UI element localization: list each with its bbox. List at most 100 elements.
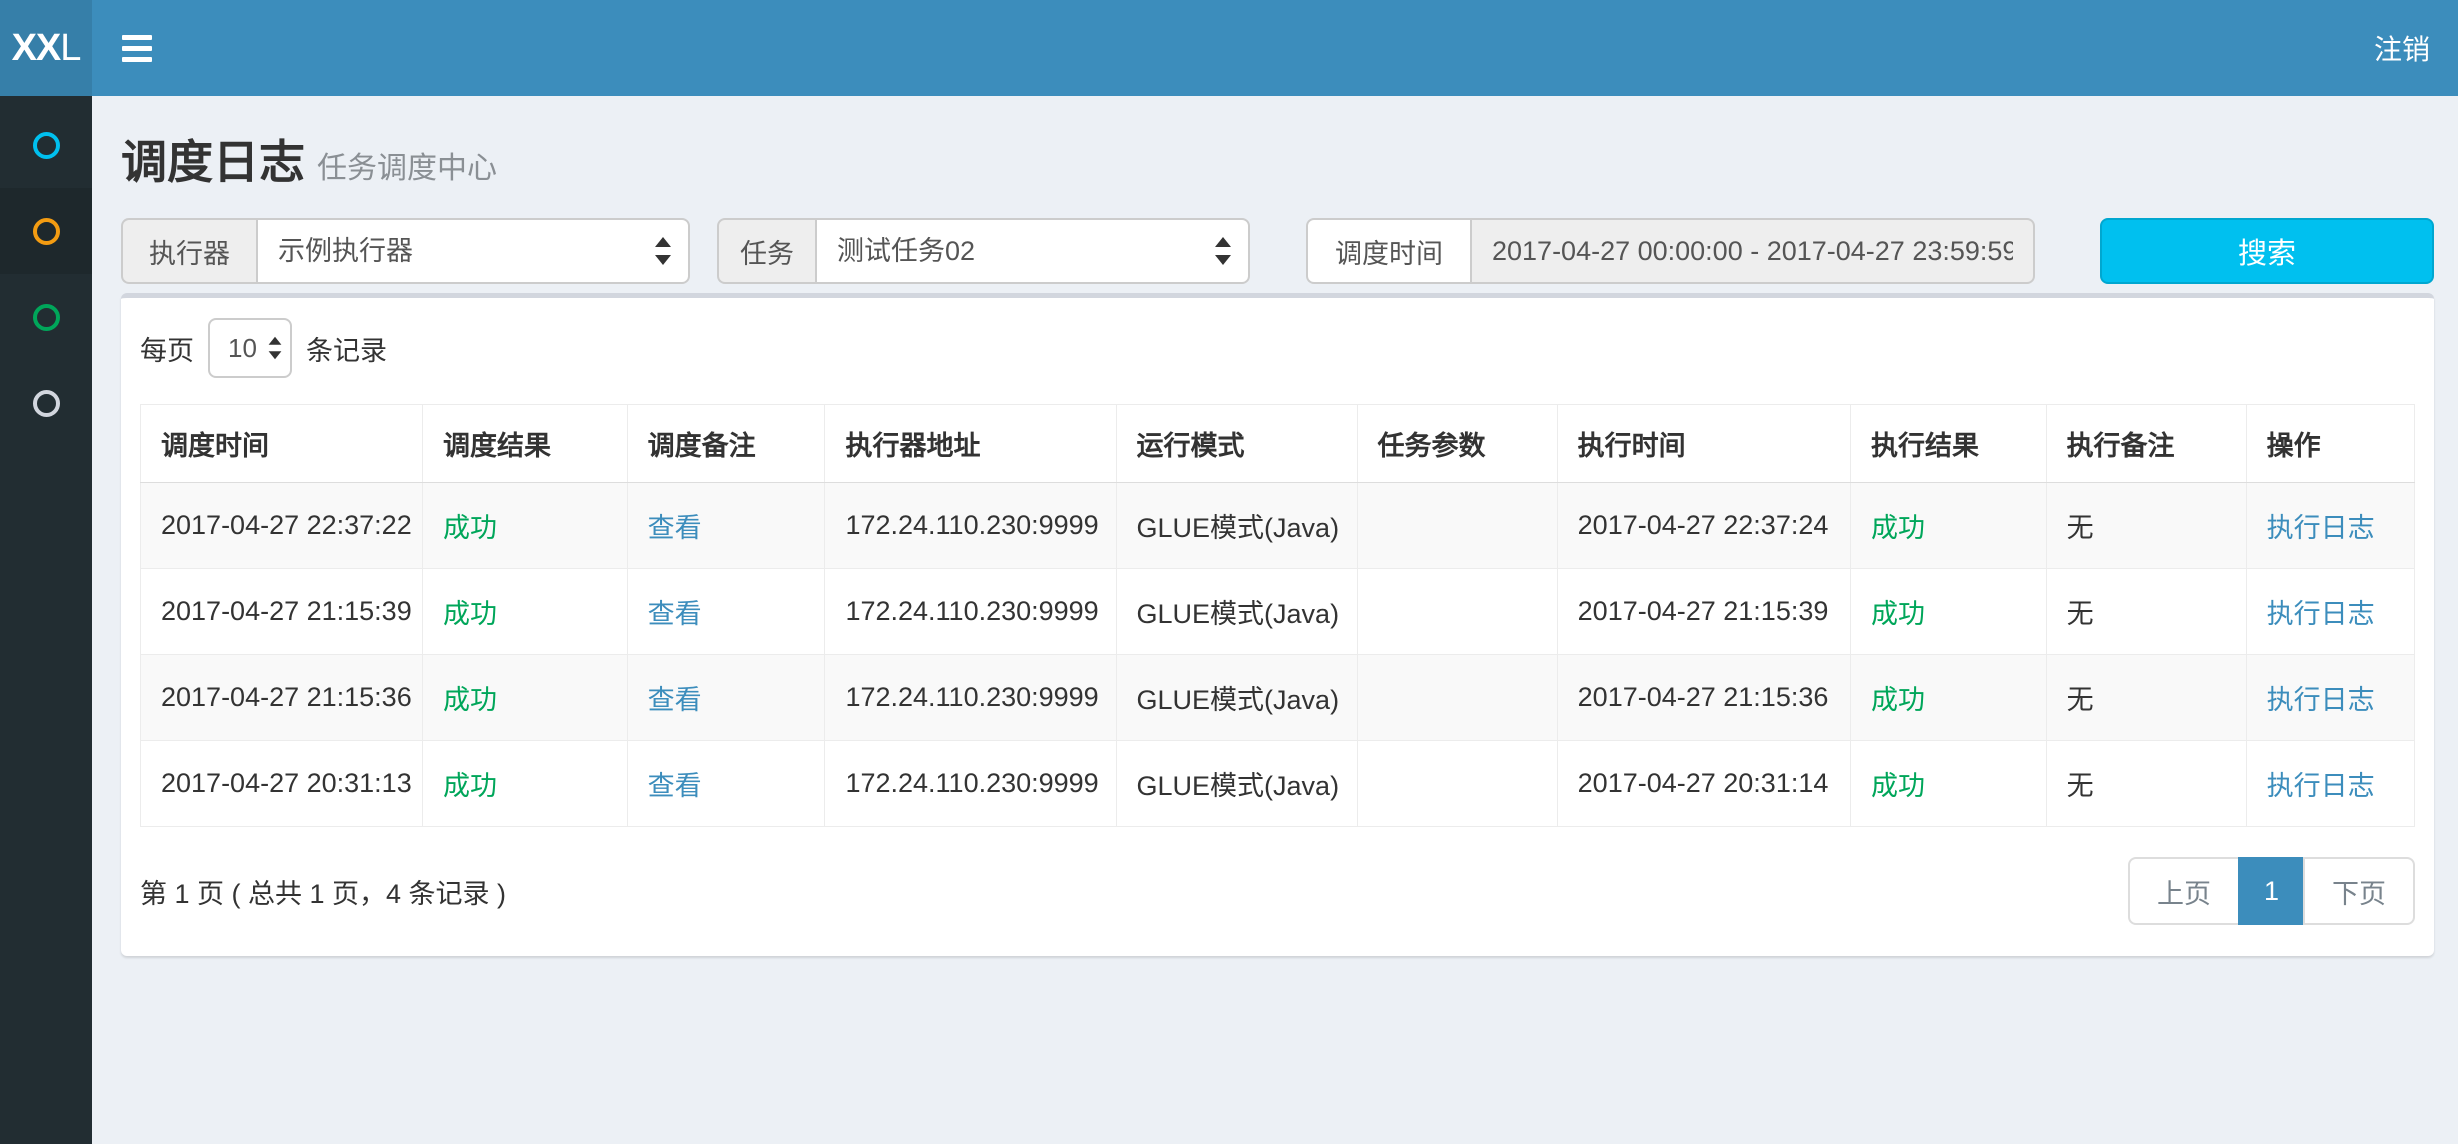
cell-trigger_result: 成功 xyxy=(422,655,627,741)
cell-handle_result: 成功 xyxy=(1851,569,2047,655)
cell-trigger_msg: 查看 xyxy=(627,655,825,741)
trigger_msg-link[interactable]: 查看 xyxy=(648,599,702,629)
cell-handle_result: 成功 xyxy=(1851,483,2047,569)
job-filter: 任务 测试任务02 xyxy=(717,218,1250,284)
cell-job_param xyxy=(1357,655,1557,741)
trigger_msg-link[interactable]: 查看 xyxy=(648,771,702,801)
log-table-body: 2017-04-27 22:37:22成功查看172.24.110.230:99… xyxy=(141,483,2415,827)
page-size-prefix: 每页 xyxy=(140,329,194,368)
cell-trigger_result: 成功 xyxy=(422,741,627,827)
cell-action: 执行日志 xyxy=(2246,655,2414,741)
cell-handle_msg: 无 xyxy=(2046,741,2246,827)
cell-handle_time: 2017-04-27 20:31:14 xyxy=(1557,741,1850,827)
executor-select[interactable]: 示例执行器 xyxy=(256,218,690,284)
sidebar-toggle-button[interactable] xyxy=(92,0,182,96)
trigger-time-filter: 调度时间 xyxy=(1306,218,2035,284)
action-link[interactable]: 执行日志 xyxy=(2267,771,2375,801)
col-header-trigger_result: 调度结果 xyxy=(422,405,627,483)
cell-action: 执行日志 xyxy=(2246,569,2414,655)
cell-glue_type: GLUE模式(Java) xyxy=(1116,483,1357,569)
page-size-suffix: 条记录 xyxy=(306,329,387,368)
sidebar-item-2[interactable] xyxy=(0,188,92,274)
log-table: 调度时间调度结果调度备注执行器地址运行模式任务参数执行时间执行结果执行备注操作 … xyxy=(140,404,2415,827)
col-header-handle_msg: 执行备注 xyxy=(2046,405,2246,483)
cell-trigger_result: 成功 xyxy=(422,569,627,655)
trigger-time-filter-label: 调度时间 xyxy=(1306,218,1470,284)
table-row: 2017-04-27 22:37:22成功查看172.24.110.230:99… xyxy=(141,483,2415,569)
col-header-handle_time: 执行时间 xyxy=(1557,405,1850,483)
cell-executor_address: 172.24.110.230:9999 xyxy=(825,569,1116,655)
cell-handle_msg: 无 xyxy=(2046,569,2246,655)
sidebar-item-1[interactable] xyxy=(0,102,92,188)
pagination-info: 第 1 页 ( 总共 1 页，4 条记录 ) xyxy=(140,872,506,911)
cell-job_param xyxy=(1357,741,1557,827)
col-header-glue_type: 运行模式 xyxy=(1116,405,1357,483)
cell-executor_address: 172.24.110.230:9999 xyxy=(825,655,1116,741)
page-1-button[interactable]: 1 xyxy=(2238,857,2305,925)
circle-icon xyxy=(33,218,60,245)
job-select[interactable]: 测试任务02 xyxy=(815,218,1250,284)
trigger_msg-link[interactable]: 查看 xyxy=(648,685,702,715)
table-header-row: 调度时间调度结果调度备注执行器地址运行模式任务参数执行时间执行结果执行备注操作 xyxy=(141,405,2415,483)
cell-handle_time: 2017-04-27 22:37:24 xyxy=(1557,483,1850,569)
trigger_msg-link[interactable]: 查看 xyxy=(648,513,702,543)
search-button[interactable]: 搜索 xyxy=(2100,218,2434,284)
executor-filter: 执行器 示例执行器 xyxy=(121,218,690,284)
page-size-select[interactable]: 10 xyxy=(208,318,292,378)
col-header-executor_address: 执行器地址 xyxy=(825,405,1116,483)
circle-icon xyxy=(33,304,60,331)
prev-page-button[interactable]: 上页 xyxy=(2128,857,2240,925)
sidebar-item-3[interactable] xyxy=(0,274,92,360)
cell-trigger_time: 2017-04-27 21:15:39 xyxy=(141,569,423,655)
cell-trigger_msg: 查看 xyxy=(627,483,825,569)
executor-filter-label: 执行器 xyxy=(121,218,256,284)
table-row: 2017-04-27 21:15:36成功查看172.24.110.230:99… xyxy=(141,655,2415,741)
page-size-row: 每页 10 条记录 xyxy=(121,298,2434,404)
app-logo-text: XX xyxy=(12,27,61,70)
logout-button[interactable]: 注销 xyxy=(2346,0,2458,96)
navbar-spacer xyxy=(182,0,2346,96)
next-page-button[interactable]: 下页 xyxy=(2303,857,2415,925)
cell-trigger_msg: 查看 xyxy=(627,741,825,827)
main-content: 调度日志任务调度中心 执行器 示例执行器 任务 测试任务02 xyxy=(92,96,2458,1144)
app-logo[interactable]: XXL xyxy=(0,0,92,96)
sidebar-item-4[interactable] xyxy=(0,360,92,446)
cell-executor_address: 172.24.110.230:9999 xyxy=(825,741,1116,827)
table-row: 2017-04-27 20:31:13成功查看 172.24.110.230:99… xyxy=(141,741,2415,827)
circle-icon xyxy=(33,132,60,159)
col-header-job_param: 任务参数 xyxy=(1357,405,1557,483)
cell-handle_time: 2017-04-27 21:15:39 xyxy=(1557,569,1850,655)
table-row: 2017-04-27 21:15:39成功查看172.24.110.230:99… xyxy=(141,569,2415,655)
page-title: 调度日志 xyxy=(121,136,305,188)
cell-trigger_msg: 查看 xyxy=(627,569,825,655)
log-table-wrap: 调度时间调度结果调度备注执行器地址运行模式任务参数执行时间执行结果执行备注操作 … xyxy=(121,404,2434,827)
action-link[interactable]: 执行日志 xyxy=(2267,685,2375,715)
cell-glue_type: GLUE模式(Java) xyxy=(1116,741,1357,827)
cell-trigger_time: 2017-04-27 20:31:13 xyxy=(141,741,423,827)
cell-glue_type: GLUE模式(Java) xyxy=(1116,655,1357,741)
job-filter-label: 任务 xyxy=(717,218,815,284)
cell-job_param xyxy=(1357,483,1557,569)
col-header-trigger_msg: 调度备注 xyxy=(627,405,825,483)
page-header: 调度日志任务调度中心 xyxy=(121,96,2434,218)
pagination-controls: 上页 1 下页 xyxy=(2128,857,2415,925)
cell-trigger_result: 成功 xyxy=(422,483,627,569)
cell-handle_result: 成功 xyxy=(1851,655,2047,741)
col-header-action: 操作 xyxy=(2246,405,2414,483)
col-header-handle_result: 执行结果 xyxy=(1851,405,2047,483)
cell-trigger_time: 2017-04-27 22:37:22 xyxy=(141,483,423,569)
cell-action: 执行日志 xyxy=(2246,483,2414,569)
cell-glue_type: GLUE模式(Java) xyxy=(1116,569,1357,655)
cell-executor_address: 172.24.110.230:9999 xyxy=(825,483,1116,569)
cell-job_param xyxy=(1357,569,1557,655)
action-link[interactable]: 执行日志 xyxy=(2267,513,2375,543)
filter-row: 执行器 示例执行器 任务 测试任务02 调度时间 xyxy=(121,218,2434,284)
pager-row: 第 1 页 ( 总共 1 页，4 条记录 ) 上页 1 下页 xyxy=(121,827,2434,956)
top-navbar: XXL 注销 xyxy=(0,0,2458,96)
cell-trigger_time: 2017-04-27 21:15:36 xyxy=(141,655,423,741)
cell-handle_msg: 无 xyxy=(2046,483,2246,569)
sidebar-menu xyxy=(0,96,92,1144)
trigger-time-range-input[interactable] xyxy=(1470,218,2035,284)
action-link[interactable]: 执行日志 xyxy=(2267,599,2375,629)
cell-handle_time: 2017-04-27 21:15:36 xyxy=(1557,655,1850,741)
